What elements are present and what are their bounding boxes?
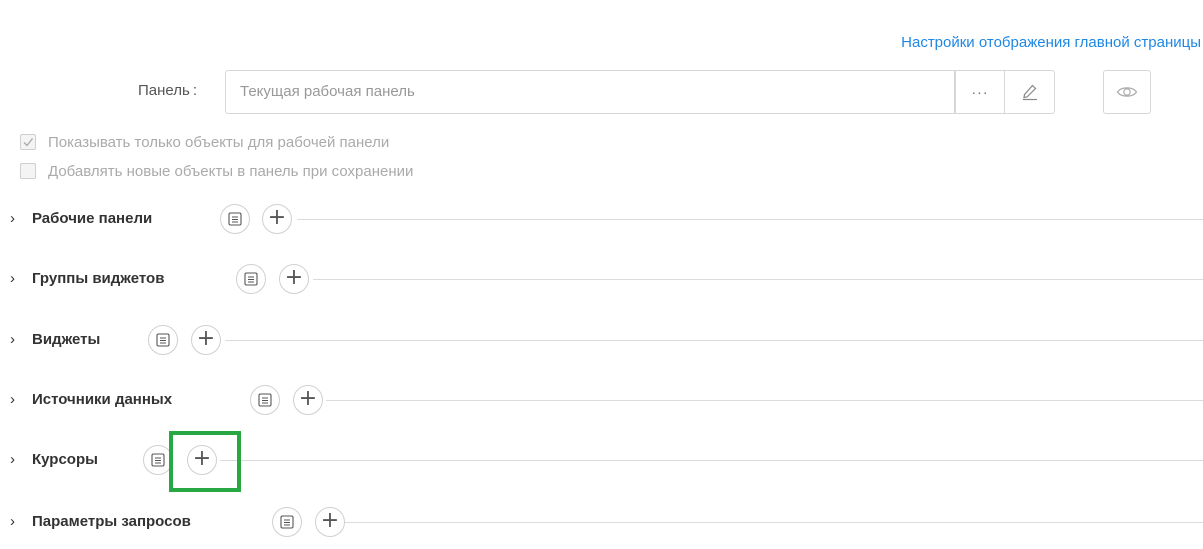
chevron-right-icon[interactable]: ›: [10, 391, 15, 408]
chevron-right-icon[interactable]: ›: [10, 270, 15, 287]
section-divider: [225, 340, 1203, 341]
plus-icon: +: [267, 205, 287, 230]
section-divider: [220, 460, 1203, 461]
list-icon: [151, 453, 165, 467]
section-query-parameters: › Параметры запросов +: [0, 507, 1203, 537]
plus-icon: +: [320, 508, 340, 533]
chevron-right-icon[interactable]: ›: [10, 451, 15, 468]
list-button[interactable]: [236, 264, 266, 294]
show-only-panel-objects-row[interactable]: Показывать только объекты для рабочей па…: [20, 131, 389, 153]
section-cursors: › Курсоры +: [0, 445, 1203, 475]
section-title[interactable]: Источники данных: [32, 391, 172, 408]
list-icon: [244, 272, 258, 286]
list-button[interactable]: [272, 507, 302, 537]
section-data-sources: › Источники данных +: [0, 385, 1203, 415]
chevron-right-icon[interactable]: ›: [10, 210, 15, 227]
panel-row: Панель: Текущая рабочая панель ···: [0, 70, 1203, 116]
section-dashboards: › Рабочие панели +: [0, 204, 1203, 234]
section-divider: [345, 522, 1203, 523]
list-button[interactable]: [220, 204, 250, 234]
section-divider: [326, 400, 1203, 401]
show-only-panel-objects-label: Показывать только объекты для рабочей па…: [48, 133, 390, 151]
add-button[interactable]: +: [293, 385, 323, 415]
section-widget-groups: › Группы виджетов +: [0, 264, 1203, 294]
pencil-icon: [1022, 84, 1037, 101]
section-title[interactable]: Параметры запросов: [32, 513, 191, 530]
more-button[interactable]: ···: [955, 70, 1005, 114]
section-divider: [297, 219, 1203, 220]
add-button[interactable]: +: [191, 325, 221, 355]
add-button[interactable]: +: [279, 264, 309, 294]
section-title[interactable]: Виджеты: [32, 331, 100, 348]
panel-input[interactable]: Текущая рабочая панель: [225, 70, 955, 114]
plus-icon: +: [298, 386, 318, 411]
view-button[interactable]: [1103, 70, 1151, 114]
section-title[interactable]: Курсоры: [32, 451, 98, 468]
display-settings-link[interactable]: Настройки отображения главной страницы: [901, 34, 1201, 51]
list-icon: [258, 393, 272, 407]
checkmark-icon: [23, 138, 34, 147]
section-widgets: › Виджеты +: [0, 325, 1203, 355]
edit-button[interactable]: [1005, 70, 1055, 114]
plus-icon: +: [192, 446, 212, 471]
section-title[interactable]: Рабочие панели: [32, 210, 152, 227]
add-new-objects-row[interactable]: Добавлять новые объекты в панель при сох…: [20, 160, 413, 182]
panel-label: Панель:: [138, 82, 197, 99]
plus-icon: +: [284, 265, 304, 290]
add-new-objects-checkbox[interactable]: [20, 163, 36, 179]
section-title[interactable]: Группы виджетов: [32, 270, 164, 287]
plus-icon: +: [196, 326, 216, 351]
list-button[interactable]: [148, 325, 178, 355]
more-icon: ···: [971, 84, 989, 100]
list-button[interactable]: [143, 445, 173, 475]
add-button[interactable]: +: [315, 507, 345, 537]
section-divider: [313, 279, 1203, 280]
list-button[interactable]: [250, 385, 280, 415]
list-icon: [228, 212, 242, 226]
add-button[interactable]: +: [187, 445, 217, 475]
eye-icon: [1116, 87, 1138, 97]
list-icon: [156, 333, 170, 347]
show-only-panel-objects-checkbox[interactable]: [20, 134, 36, 150]
add-new-objects-label: Добавлять новые объекты в панель при сох…: [48, 162, 414, 180]
chevron-right-icon[interactable]: ›: [10, 331, 15, 348]
add-button[interactable]: +: [262, 204, 292, 234]
chevron-right-icon[interactable]: ›: [10, 513, 15, 530]
list-icon: [280, 515, 294, 529]
